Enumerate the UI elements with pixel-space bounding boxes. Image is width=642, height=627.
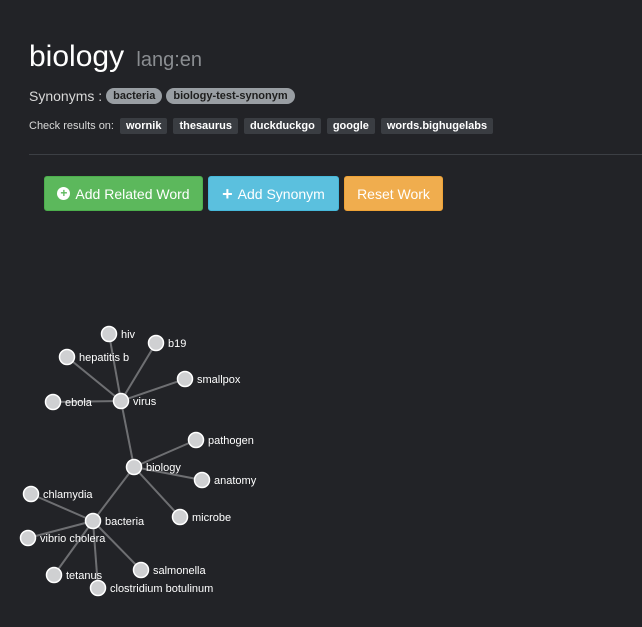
graph-edge xyxy=(120,400,135,468)
graph-node[interactable] xyxy=(58,348,76,366)
graph-node-label: bacteria xyxy=(105,516,145,528)
graph-node-label: pathogen xyxy=(208,435,254,447)
graph-node-label: biology xyxy=(146,462,181,474)
graph-node-label: clostridium botulinum xyxy=(110,583,213,595)
graph-node[interactable] xyxy=(112,392,130,410)
graph-node-label: vibrio cholera xyxy=(40,533,106,545)
graph-node-label: anatomy xyxy=(214,475,257,487)
graph-node-label: b19 xyxy=(168,338,186,350)
graph-node[interactable] xyxy=(84,512,102,530)
graph-node[interactable] xyxy=(45,566,63,584)
graph-node[interactable] xyxy=(193,471,211,489)
graph-node[interactable] xyxy=(22,485,40,503)
graph-edge xyxy=(92,520,142,571)
graph-node-label: microbe xyxy=(192,512,231,524)
graph-node-label: salmonella xyxy=(153,565,206,577)
graph-node[interactable] xyxy=(44,393,62,411)
graph-node[interactable] xyxy=(171,508,189,526)
word-graph[interactable]: hiv b19 hepatitis b smallpox ebola virus patho… xyxy=(0,0,642,627)
graph-node-label: ebola xyxy=(65,397,93,409)
graph-edge xyxy=(92,466,135,522)
graph-node[interactable] xyxy=(132,561,150,579)
graph-node-label: virus xyxy=(133,396,157,408)
graph-node-label: smallpox xyxy=(197,374,241,386)
graph-node[interactable] xyxy=(89,579,107,597)
graph-node[interactable] xyxy=(176,370,194,388)
graph-node-label: hepatitis b xyxy=(79,352,129,364)
graph-node-label: hiv xyxy=(121,329,136,341)
graph-node[interactable] xyxy=(147,334,165,352)
graph-edge xyxy=(108,333,122,402)
graph-node[interactable] xyxy=(125,458,143,476)
graph-node[interactable] xyxy=(187,431,205,449)
graph-node[interactable] xyxy=(100,325,118,343)
graph-node-label: chlamydia xyxy=(43,489,93,501)
graph-node[interactable] xyxy=(19,529,37,547)
